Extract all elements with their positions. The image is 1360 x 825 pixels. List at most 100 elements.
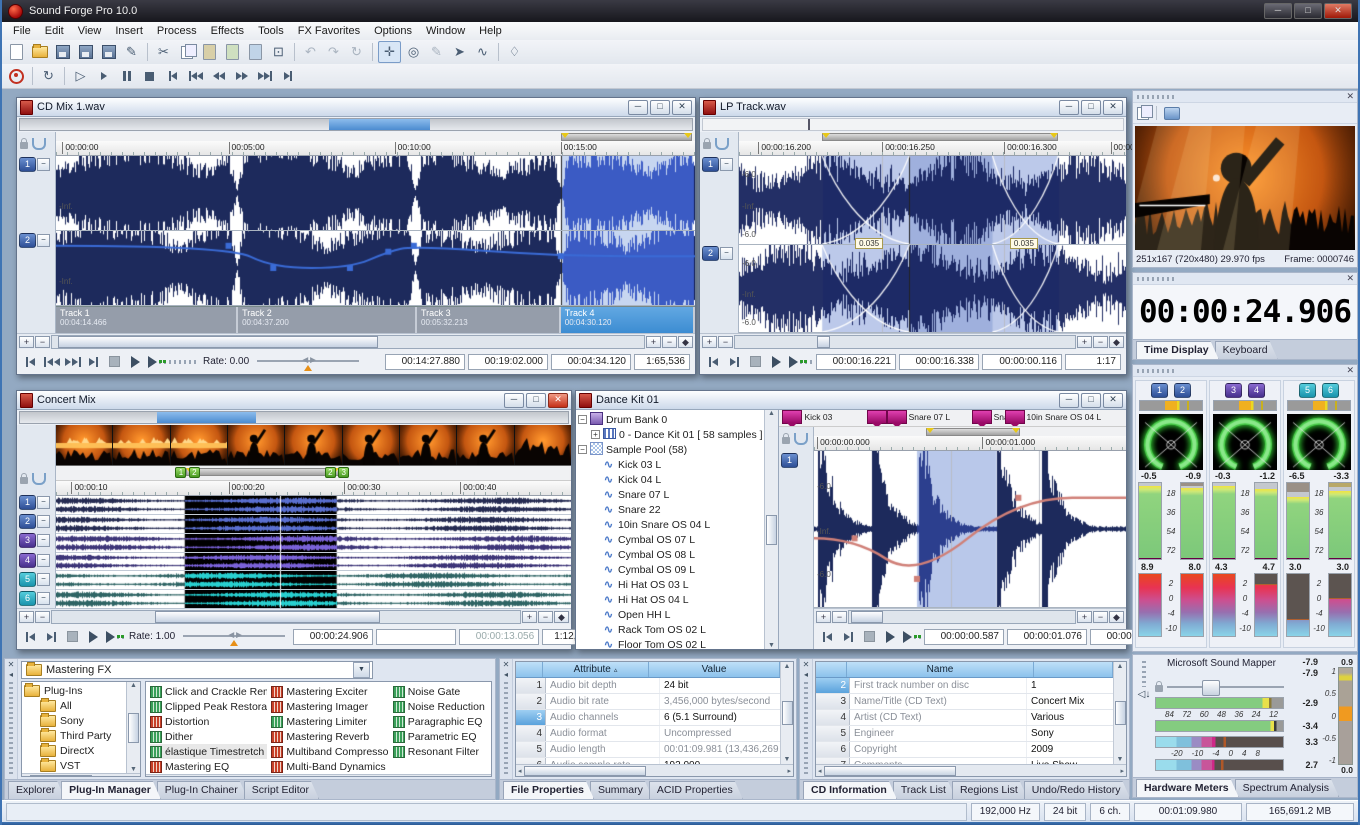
time-ruler[interactable]: 00:00:00.000 00:00:01.000 [814,436,1126,451]
v-scrollbar[interactable]: ▲▼ [126,682,140,773]
channel-1-badge[interactable]: 1 [1151,383,1168,398]
paste-icon[interactable] [199,42,220,62]
zoom-time-out-icon[interactable]: − [1093,611,1108,623]
pencil-tool-icon[interactable]: ✎ [426,42,447,62]
zoom-out-icon[interactable]: − [832,611,847,623]
selection-length-time[interactable]: 00:00:00.116 [982,354,1062,370]
menu-file[interactable]: File [6,24,38,38]
sample-marker[interactable]: Kick 03 [782,411,865,423]
rate-slider[interactable]: ◄► [253,354,363,370]
table-row-selected[interactable]: 2First track number on disc1 [816,678,1113,694]
collapse-icon[interactable]: − [578,445,587,454]
channel-1-badge[interactable]: 1 [19,157,36,172]
forward-icon[interactable] [64,353,81,371]
save-as-icon[interactable] [75,42,96,62]
panel-header[interactable]: ✕ [1133,365,1357,377]
lock-icon[interactable] [782,437,790,444]
snap-magnet-icon[interactable] [794,433,808,445]
close-icon[interactable]: ✕ [503,660,510,669]
lock-icon[interactable] [1155,685,1163,692]
redo-icon[interactable]: ↷ [323,42,344,62]
tree-item[interactable]: +0 - Dance Kit 01 [ 58 samples ] [578,427,764,442]
go-to-end-icon[interactable] [85,353,102,371]
time-ruler[interactable]: 00:00:00 00:05:00 00:10:00 00:15:00 [56,141,695,156]
loop-region-bar[interactable] [739,132,1126,141]
channel-5-badge[interactable]: 5 [1299,383,1316,398]
v-scrollbar[interactable]: ▲▼ [780,662,793,764]
tab-cd-information[interactable]: CD Information [803,781,897,799]
waveform-canvas[interactable] [739,156,1126,244]
go-to-start-icon[interactable] [819,628,836,646]
fx-package-dropdown[interactable]: Mastering FX ▼ [21,661,373,679]
waveform-canvas[interactable] [56,534,571,552]
overview-bar[interactable] [19,118,693,131]
expand-icon[interactable]: + [591,430,600,439]
video-thumbnail-strip[interactable] [56,425,571,466]
maximize-icon[interactable]: □ [1294,3,1322,19]
menu-process[interactable]: Process [150,24,204,38]
h-scrollbar[interactable] [51,610,521,624]
play-icon[interactable] [93,66,114,86]
collapse-icon[interactable]: ◂ [504,670,508,679]
maximize-icon[interactable]: □ [1081,393,1101,408]
properties-icon[interactable]: ✎ [121,42,142,62]
tree-item[interactable]: ∿Cymbal OS 09 L [578,562,764,577]
panel-drag-handle[interactable] [1137,277,1175,281]
dance-kit-titlebar[interactable]: Dance Kit 01 ─ □ ✕ [576,391,1126,410]
collapse-icon[interactable]: − [578,415,587,424]
v-scrollbar[interactable]: ▲▼ [1113,662,1126,764]
tab-summary[interactable]: Summary [590,781,653,799]
pause-icon[interactable] [116,66,137,86]
zoom-time-out-icon[interactable]: − [538,611,553,623]
snap-magnet-icon[interactable] [32,473,46,485]
tab-plugin-manager[interactable]: Plug-In Manager [61,781,161,799]
waveform-canvas[interactable] [814,451,1126,607]
selection-end-time[interactable] [376,629,456,645]
panel-drag-handle[interactable] [1142,661,1146,687]
stop-icon[interactable] [861,628,878,646]
channel-minimize-icon[interactable]: − [37,515,50,528]
zoom-time-in-icon[interactable]: + [646,336,661,348]
marker-row[interactable]: Kick 03 Ki Snare 07 L Snare 10in Snare O… [779,410,1126,427]
zoom-in-icon[interactable]: + [702,336,717,348]
channel-5-badge[interactable]: 5 [19,572,36,587]
zoom-fit-icon[interactable]: ◆ [678,336,693,348]
plugin-item[interactable]: Paragraphic EQ [393,714,489,729]
plugin-item[interactable]: Parametric EQ [393,729,489,744]
overview-bar[interactable] [19,411,569,424]
tree-item[interactable]: Plug-Ins [24,683,126,698]
channel-minimize-icon[interactable]: − [720,158,733,171]
channel-3-badge[interactable]: 3 [1225,383,1242,398]
tree-item[interactable]: −Sample Pool (58) [578,442,764,457]
repeat-icon[interactable]: ↻ [346,42,367,62]
external-monitor-icon[interactable] [1164,107,1180,120]
collapse-icon[interactable]: ◂ [9,670,13,679]
scrub-tool-icon[interactable]: ♢ [504,42,525,62]
tab-plugin-chainer[interactable]: Plug-In Chainer [157,781,248,799]
zoom-fit-icon[interactable]: ◆ [1109,336,1124,348]
stop-icon[interactable] [106,353,123,371]
undo-icon[interactable]: ↶ [300,42,321,62]
track-segment[interactable]: Track 100:04:14.466 [56,307,238,333]
minimize-icon[interactable]: ─ [1264,3,1292,19]
rewind-all-icon[interactable] [185,66,206,86]
close-icon[interactable]: ✕ [8,660,15,669]
channel-2-badge[interactable]: 2 [702,246,719,261]
channel-minimize-icon[interactable]: − [37,534,50,547]
maximize-icon[interactable]: □ [526,393,546,408]
channel-1-badge[interactable]: 1 [702,157,719,172]
tab-spectrum-analysis[interactable]: Spectrum Analysis [1235,779,1339,797]
tree-item[interactable]: ∿Kick 04 L [578,472,764,487]
menu-insert[interactable]: Insert [108,24,150,38]
waveform-canvas[interactable] [56,231,695,305]
selection-end-time[interactable]: 00:00:16.338 [899,354,979,370]
minimize-icon[interactable]: ─ [628,100,648,115]
event-tool-icon[interactable]: ➤ [449,42,470,62]
lp-track-titlebar[interactable]: LP Track.wav ─ □ ✕ [700,98,1126,117]
forward-icon[interactable] [231,66,252,86]
h-scrollbar[interactable]: ◂▸ [516,764,793,776]
tab-regions-list[interactable]: Regions List [952,781,1028,799]
lock-icon[interactable] [20,477,28,484]
tree-item[interactable]: ∿Floor Tom OS 02 L [578,637,764,649]
h-scrollbar[interactable]: ◂▸ [816,764,1126,776]
